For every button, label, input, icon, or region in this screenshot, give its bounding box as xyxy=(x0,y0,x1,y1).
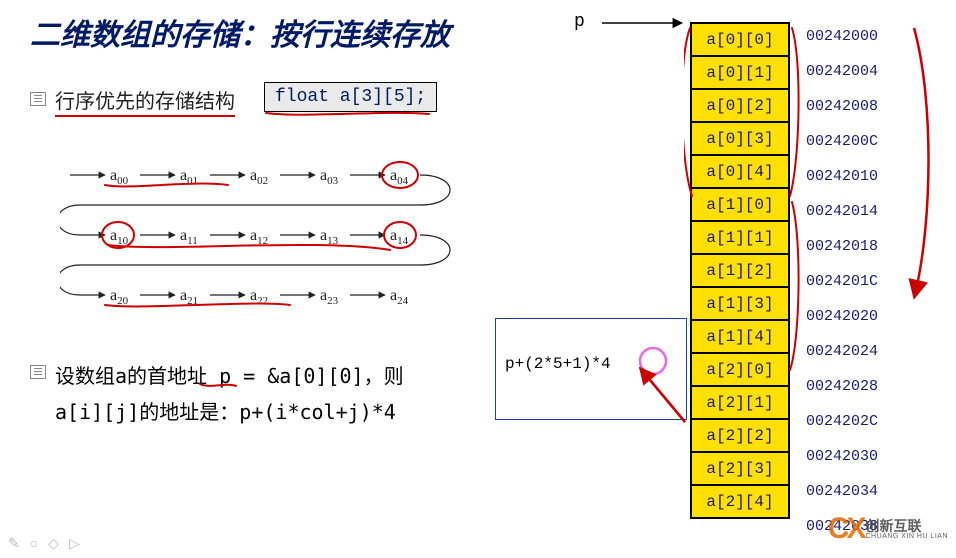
slide-title: 二维数组的存储：按行连续存放 xyxy=(30,10,450,54)
toolbar-diamond-icon: ◇ xyxy=(48,535,59,552)
code-declaration: float a[3][5]; xyxy=(264,82,437,112)
toolbar-circle-icon: ○ xyxy=(30,535,38,552)
flow-a20: a20 xyxy=(110,287,129,307)
watermark-logo: CX 创新互联 CHUANG XIN HU LIAN xyxy=(828,512,948,546)
flow-a23: a23 xyxy=(320,287,339,307)
flow-a14: a14 xyxy=(390,227,409,247)
bullet-icon xyxy=(30,92,46,106)
logo-subtext: CHUANG XIN HU LIAN xyxy=(865,533,948,540)
address-line2: a[i][j]的地址是：p+(i*col+j)*4 xyxy=(55,400,396,424)
flow-a10: a10 xyxy=(110,227,129,247)
subheading-text: 行序优先的存储结构 xyxy=(55,91,235,117)
red-underline-code xyxy=(264,110,434,120)
flow-row-1: a10 a11 a12 a13 a14 xyxy=(110,227,409,247)
pointer-arrow xyxy=(600,8,690,38)
flow-a11: a11 xyxy=(180,227,198,247)
formula-text: p+(2*5+1)*4 xyxy=(505,355,611,373)
memory-annotations xyxy=(684,20,954,550)
flow-a24: a24 xyxy=(390,287,409,307)
logo-icon: CX xyxy=(828,512,864,546)
toolbar-pencil-icon: ✎ xyxy=(8,535,20,552)
flow-a12: a12 xyxy=(250,227,268,247)
address-text: 设数组a的首地址 p = &a[0][0]，则 a[i][j]的地址是：p+(i… xyxy=(55,358,404,430)
pointer-label: p xyxy=(574,12,585,32)
flow-a04: a04 xyxy=(390,167,409,187)
flow-a03: a03 xyxy=(320,167,339,187)
bullet-icon-2 xyxy=(30,365,46,379)
storage-flow-diagram: a00 a01 a02 a03 a04 a10 a11 a12 a13 a14 … xyxy=(60,150,480,350)
flow-a02: a02 xyxy=(250,167,268,187)
red-underline-row1 xyxy=(108,245,390,250)
red-arrow-to-cell xyxy=(630,362,710,442)
toolbar-icons: ✎ ○ ◇ ▷ xyxy=(8,535,80,552)
flow-a21: a21 xyxy=(180,287,198,307)
logo-brand: 创新互联 xyxy=(865,519,948,533)
toolbar-cursor-icon: ▷ xyxy=(69,535,80,552)
flow-a00: a00 xyxy=(110,167,129,187)
red-underline-p xyxy=(198,380,238,392)
flow-row-0: a00 a01 a02 a03 a04 xyxy=(70,167,409,187)
flow-a13: a13 xyxy=(320,227,339,247)
subheading-storage: 行序优先的存储结构 xyxy=(55,85,235,114)
